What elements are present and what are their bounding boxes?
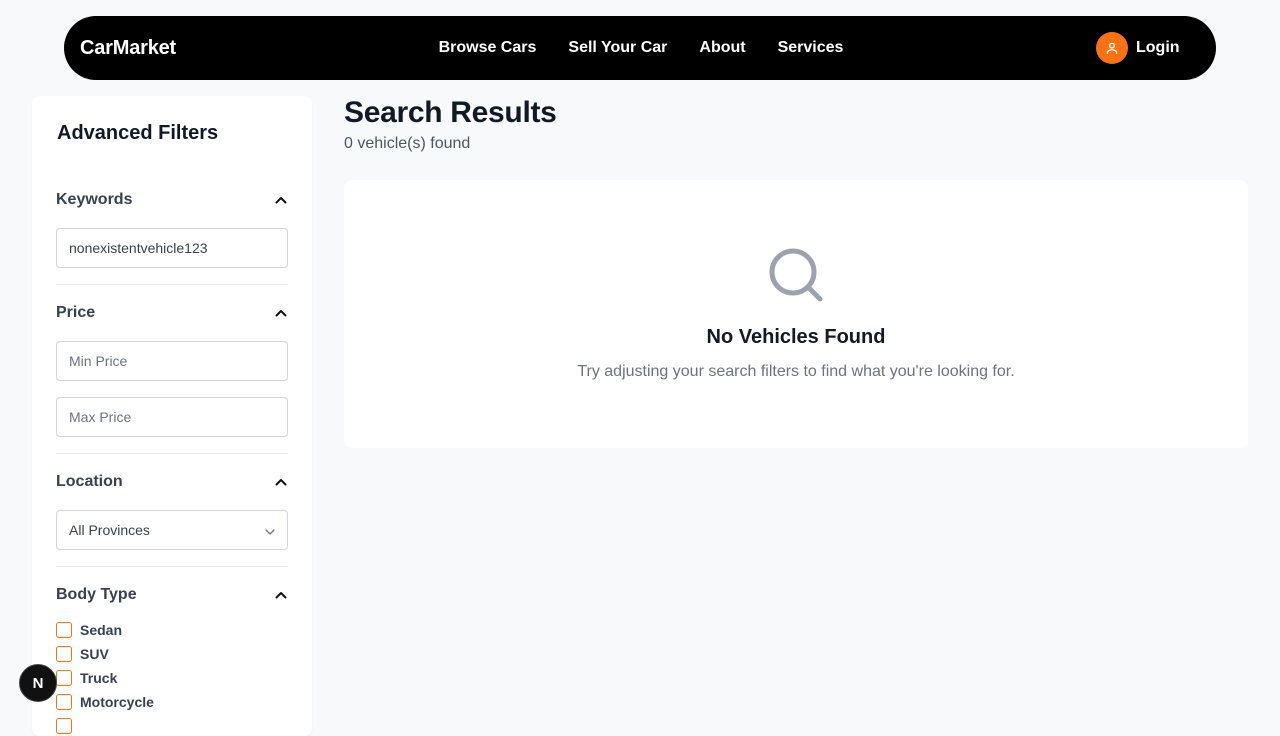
truck-label: Truck xyxy=(80,670,118,686)
keywords-section-toggle[interactable]: Keywords xyxy=(56,188,288,212)
divider xyxy=(56,453,288,454)
page-title: Search Results xyxy=(344,96,557,129)
price-section-toggle[interactable]: Price xyxy=(56,301,288,325)
max-price-input[interactable] xyxy=(56,397,288,437)
chevron-up-icon xyxy=(274,588,288,602)
empty-state-message: Try adjusting your search filters to fin… xyxy=(577,363,1015,380)
suv-label: SUV xyxy=(80,646,109,662)
body-type-option-suv[interactable]: SUV xyxy=(56,645,109,663)
min-price-input[interactable] xyxy=(56,341,288,381)
results-count: 0 vehicle(s) found xyxy=(344,135,471,152)
divider xyxy=(56,566,288,567)
province-select[interactable]: All Provinces xyxy=(56,510,288,550)
empty-state-title: No Vehicles Found xyxy=(706,326,886,348)
nav-sell-your-car[interactable]: Sell Your Car xyxy=(568,39,667,57)
login-button[interactable]: Login xyxy=(1096,32,1180,64)
more-checkbox[interactable] xyxy=(56,718,72,734)
chevron-up-icon xyxy=(274,306,288,320)
top-navbar: CarMarket Browse Cars Sell Your Car Abou… xyxy=(64,16,1216,80)
nav-services[interactable]: Services xyxy=(778,39,844,57)
chevron-up-icon xyxy=(274,475,288,489)
suv-checkbox[interactable] xyxy=(56,646,72,662)
location-label: Location xyxy=(56,473,123,490)
filters-title: Advanced Filters xyxy=(57,122,219,144)
truck-checkbox[interactable] xyxy=(56,670,72,686)
location-section-toggle[interactable]: Location xyxy=(56,470,288,494)
dev-tools-badge[interactable]: N xyxy=(19,664,57,702)
price-label: Price xyxy=(56,304,96,321)
empty-state-card: No Vehicles Found Try adjusting your sea… xyxy=(344,180,1248,448)
motorcycle-label: Motorcycle xyxy=(80,694,154,710)
nav-links: Browse Cars Sell Your Car About Services xyxy=(64,16,1216,80)
nav-about[interactable]: About xyxy=(699,39,745,57)
body-type-option-sedan[interactable]: Sedan xyxy=(56,621,122,639)
search-icon xyxy=(769,248,823,302)
body-type-option-truck[interactable]: Truck xyxy=(56,669,117,687)
sedan-checkbox[interactable] xyxy=(56,622,72,638)
user-icon xyxy=(1096,32,1128,64)
keywords-label: Keywords xyxy=(56,191,133,208)
nav-browse-cars[interactable]: Browse Cars xyxy=(439,39,537,57)
body-type-section-toggle[interactable]: Body Type xyxy=(56,583,288,607)
filters-sidebar: Advanced Filters Keywords Price Location… xyxy=(32,96,312,736)
body-type-option-motorcycle[interactable]: Motorcycle xyxy=(56,693,154,711)
province-select-value: All Provinces xyxy=(69,522,150,538)
chevron-up-icon xyxy=(274,193,288,207)
motorcycle-checkbox[interactable] xyxy=(56,694,72,710)
chevron-down-icon xyxy=(265,522,275,538)
login-label: Login xyxy=(1136,39,1180,56)
sedan-label: Sedan xyxy=(80,622,123,638)
body-type-label: Body Type xyxy=(56,586,137,603)
divider xyxy=(56,284,288,285)
keywords-input[interactable] xyxy=(56,228,288,268)
